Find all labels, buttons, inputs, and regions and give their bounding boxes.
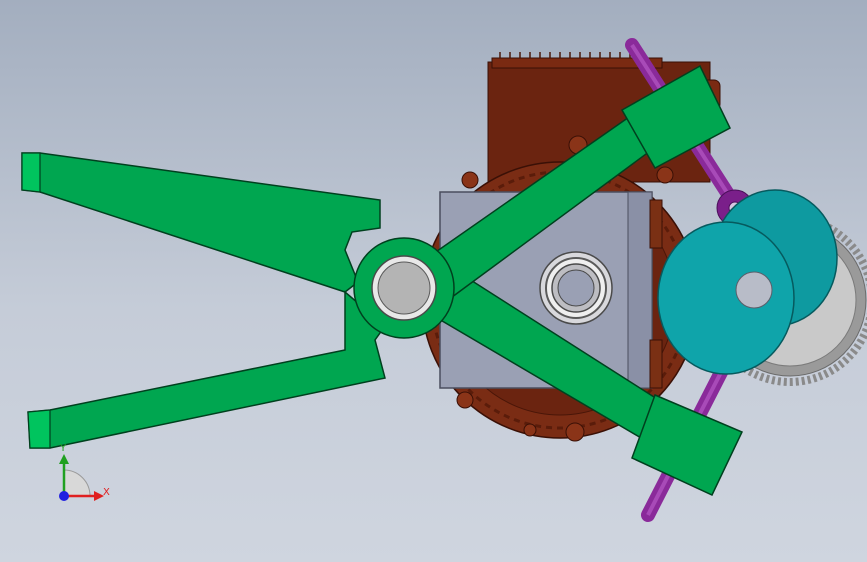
gripper-jaw-lower bbox=[27, 290, 387, 449]
bearing bbox=[539, 251, 613, 325]
cad-viewport[interactable]: Y X bbox=[0, 0, 867, 562]
z-axis-dot bbox=[59, 491, 69, 501]
gripper-jaw-upper bbox=[21, 152, 381, 293]
y-axis-label: Y bbox=[59, 443, 67, 454]
coordinate-triad: Y X bbox=[59, 443, 110, 501]
x-axis-label: X bbox=[103, 487, 110, 498]
pivot-pin bbox=[353, 237, 455, 339]
